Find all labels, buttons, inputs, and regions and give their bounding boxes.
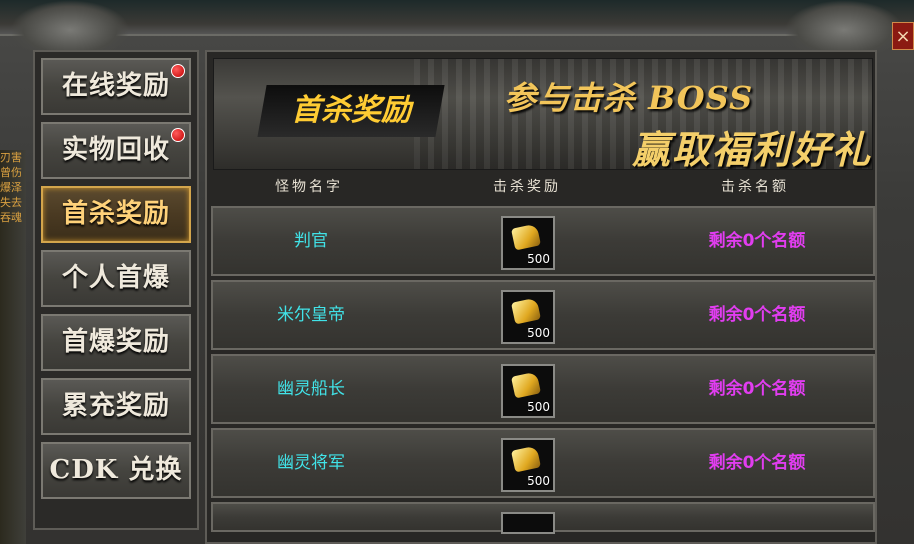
gold-ingot-icon [510, 371, 542, 399]
reward-quantity: 500 [527, 400, 550, 414]
remaining-quota: 剩余0个名额 [708, 453, 806, 473]
table-row: 幽灵将军 500 剩余0个名额 [211, 428, 875, 498]
sidebar-item-item-recycle[interactable]: 实物回收 [41, 122, 191, 179]
sidebar-item-label: 个人首爆 [61, 263, 170, 293]
game-text: 失去 [0, 196, 22, 209]
banner-subheadline: 赢取福利好礼 [632, 127, 873, 170]
sidebar-item-label: CDK 兑换 [49, 455, 183, 485]
sidebar-item-label: 实物回收 [61, 135, 170, 165]
reward-item-slot[interactable]: 500 [501, 364, 555, 418]
reward-quantity: 500 [527, 474, 550, 488]
monster-name: 米尔皇帝 [277, 305, 345, 325]
banner-tag: 首杀奖励 [257, 85, 445, 137]
table-row [211, 502, 875, 534]
table-row: 判官 500 剩余0个名额 [211, 206, 875, 276]
banner-tag-text: 首杀奖励 [291, 93, 411, 128]
banner-headline: 参与击杀 BOSS [504, 79, 754, 117]
reward-item-slot[interactable]: 500 [501, 216, 555, 270]
table-row: 幽灵船长 500 剩余0个名额 [211, 354, 875, 424]
sidebar-item-recharge-reward[interactable]: 累充奖励 [41, 378, 191, 435]
column-header-quota: 击杀名额 [721, 179, 789, 195]
game-text: 爆泽 [0, 181, 22, 194]
sidebar-item-label: 累充奖励 [61, 391, 170, 421]
sidebar-item-personal-first-drop[interactable]: 个人首爆 [41, 250, 191, 307]
monster-name: 判官 [294, 231, 328, 251]
remaining-quota: 剩余0个名额 [708, 379, 806, 399]
reward-quantity: 500 [527, 326, 550, 340]
gold-ingot-icon [510, 445, 542, 473]
remaining-quota: 剩余0个名额 [708, 305, 806, 325]
column-header-monster: 怪物名字 [275, 179, 343, 195]
game-text: 曾伤 [0, 166, 22, 179]
main-panel: 首杀奖励 参与击杀 BOSS 赢取福利好礼 怪物名字 击杀奖励 击杀名额 判官 … [205, 50, 877, 544]
game-text: 吞魂 [0, 211, 22, 224]
notification-dot-icon [171, 64, 185, 78]
sidebar-item-online-reward[interactable]: 在线奖励 [41, 58, 191, 115]
monster-name: 幽灵船长 [277, 379, 345, 399]
game-text: 刃害 [0, 151, 22, 164]
sidebar-item-first-kill-reward[interactable]: 首杀奖励 [41, 186, 191, 243]
gold-ingot-icon [510, 297, 542, 325]
reward-item-slot[interactable]: 500 [501, 438, 555, 492]
table-row: 米尔皇帝 500 剩余0个名额 [211, 280, 875, 350]
column-header-reward: 击杀奖励 [493, 179, 561, 195]
reward-item-slot[interactable] [501, 512, 555, 534]
close-button[interactable]: × [892, 22, 914, 50]
sidebar-item-label: 首杀奖励 [61, 199, 170, 229]
sidebar-item-label: 首爆奖励 [61, 327, 170, 357]
remaining-quota: 剩余0个名额 [708, 231, 806, 251]
reward-quantity: 500 [527, 252, 550, 266]
frame-top-border [0, 0, 914, 36]
sidebar-item-label: 在线奖励 [61, 71, 170, 101]
reward-item-slot[interactable]: 500 [501, 290, 555, 344]
gold-ingot-icon [510, 223, 542, 251]
sidebar: 在线奖励 实物回收 首杀奖励 个人首爆 首爆奖励 累充奖励 CDK 兑换 [33, 50, 199, 530]
sidebar-item-cdk-redeem[interactable]: CDK 兑换 [41, 442, 191, 499]
notification-dot-icon [171, 128, 185, 142]
game-background-left: 刃害 曾伤 爆泽 失去 吞魂 [0, 150, 26, 544]
monster-name: 幽灵将军 [277, 453, 345, 473]
sidebar-item-first-drop-reward[interactable]: 首爆奖励 [41, 314, 191, 371]
first-kill-banner: 首杀奖励 参与击杀 BOSS 赢取福利好礼 [213, 58, 873, 170]
